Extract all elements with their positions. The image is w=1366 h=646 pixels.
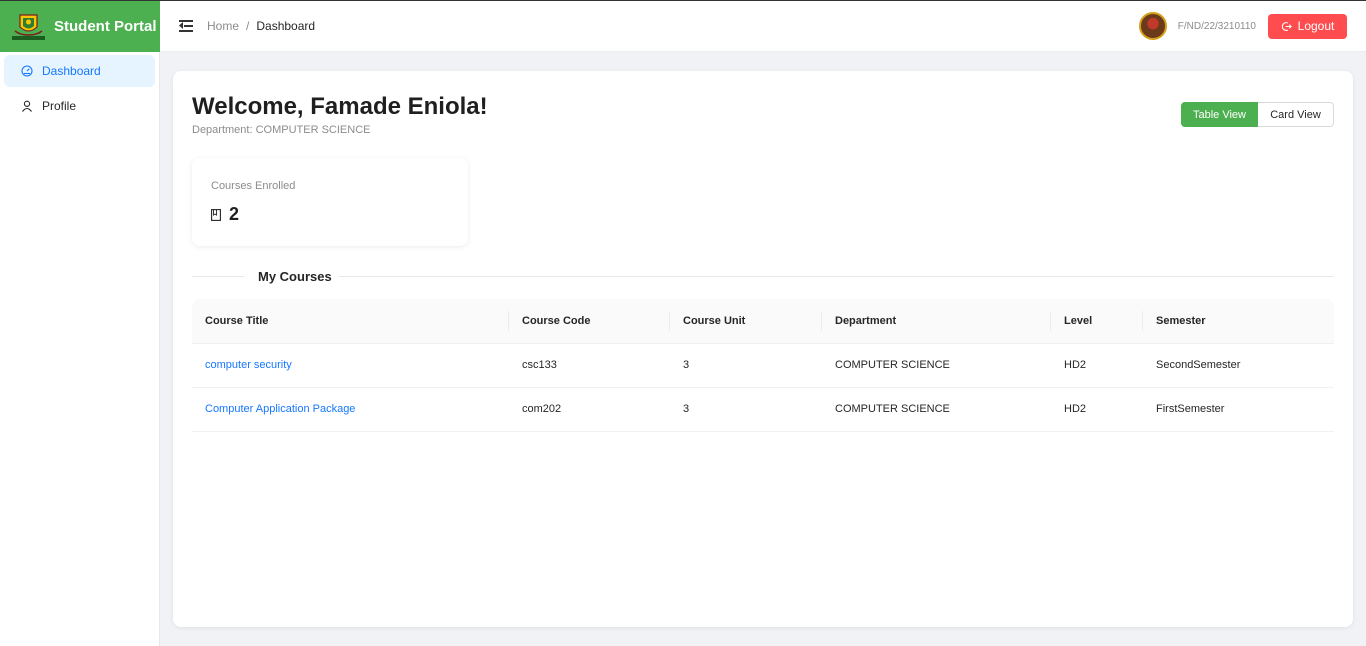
course-title-link[interactable]: Computer Application Package <box>192 387 509 432</box>
table-row: Computer Application Package com202 3 CO… <box>192 387 1334 432</box>
card-view-button[interactable]: Card View <box>1258 102 1334 127</box>
user-icon <box>22 100 32 112</box>
sidebar-item-label: Profile <box>42 99 77 113</box>
table-header-row: Course Title Course Code Course Unit Dep… <box>192 299 1334 344</box>
column-header: Semester <box>1143 299 1334 344</box>
course-code-cell: com202 <box>509 387 670 432</box>
semester-cell: FirstSemester <box>1143 387 1334 432</box>
course-unit-cell: 3 <box>670 387 822 432</box>
department-cell: COMPUTER SCIENCE <box>822 343 1051 388</box>
course-unit-cell: 3 <box>670 343 822 388</box>
section-divider: My Courses <box>192 267 1334 285</box>
course-code-cell: csc133 <box>509 343 670 388</box>
column-header: Course Unit <box>670 299 822 344</box>
sidebar: Dashboard Profile <box>0 52 160 646</box>
avatar[interactable] <box>1138 12 1167 40</box>
dashboard-icon <box>21 65 33 77</box>
courses-table: Course Title Course Code Course Unit Dep… <box>192 299 1334 432</box>
course-title-link[interactable]: computer security <box>192 343 509 388</box>
divider-line <box>192 276 244 277</box>
sidebar-item-dashboard[interactable]: Dashboard <box>4 55 155 87</box>
stat-value-row: 2 <box>211 204 239 225</box>
view-toggle: Table View Card View <box>1181 102 1334 127</box>
department-cell: COMPUTER SCIENCE <box>822 387 1051 432</box>
level-cell: HD2 <box>1051 387 1143 432</box>
table-view-button[interactable]: Table View <box>1181 102 1258 127</box>
dashboard-card: Welcome, Famade Eniola! Department: COMP… <box>173 71 1353 627</box>
sidebar-item-profile[interactable]: Profile <box>4 90 155 122</box>
column-header: Department <box>822 299 1051 344</box>
school-crest-logo <box>11 11 46 43</box>
courses-enrolled-card: Courses Enrolled 2 <box>192 158 468 246</box>
stat-label: Courses Enrolled <box>211 180 296 192</box>
brand-title: Student Portal <box>54 18 157 35</box>
section-title: My Courses <box>258 269 332 284</box>
menu-fold-icon[interactable] <box>179 20 193 32</box>
sidebar-item-label: Dashboard <box>42 64 101 78</box>
semester-cell: SecondSemester <box>1143 343 1334 388</box>
header-user-area: F/ND/22/3210110 Logout <box>1138 12 1347 40</box>
breadcrumb-home[interactable]: Home <box>207 19 239 33</box>
logout-button[interactable]: Logout <box>1268 13 1347 39</box>
registration-number: F/ND/22/3210110 <box>1177 20 1256 32</box>
table-row: computer security csc133 3 COMPUTER SCIE… <box>192 343 1334 388</box>
top-header: Home / Dashboard F/ND/22/3210110 Logout <box>160 1 1366 52</box>
column-header: Level <box>1051 299 1143 344</box>
logout-icon <box>1281 21 1292 31</box>
department-line: Department: COMPUTER SCIENCE <box>192 124 371 136</box>
page-title: Welcome, Famade Eniola! <box>192 93 488 120</box>
column-header: Course Code <box>509 299 670 344</box>
breadcrumb: Home / Dashboard <box>207 19 315 33</box>
divider-line <box>339 276 1334 277</box>
level-cell: HD2 <box>1051 343 1143 388</box>
logout-label: Logout <box>1297 19 1335 33</box>
breadcrumb-separator: / <box>246 19 250 33</box>
column-header: Course Title <box>192 299 509 344</box>
book-icon <box>211 208 221 221</box>
stat-value: 2 <box>229 204 240 224</box>
breadcrumb-current: Dashboard <box>256 19 316 33</box>
brand-bar: Student Portal <box>0 1 160 52</box>
